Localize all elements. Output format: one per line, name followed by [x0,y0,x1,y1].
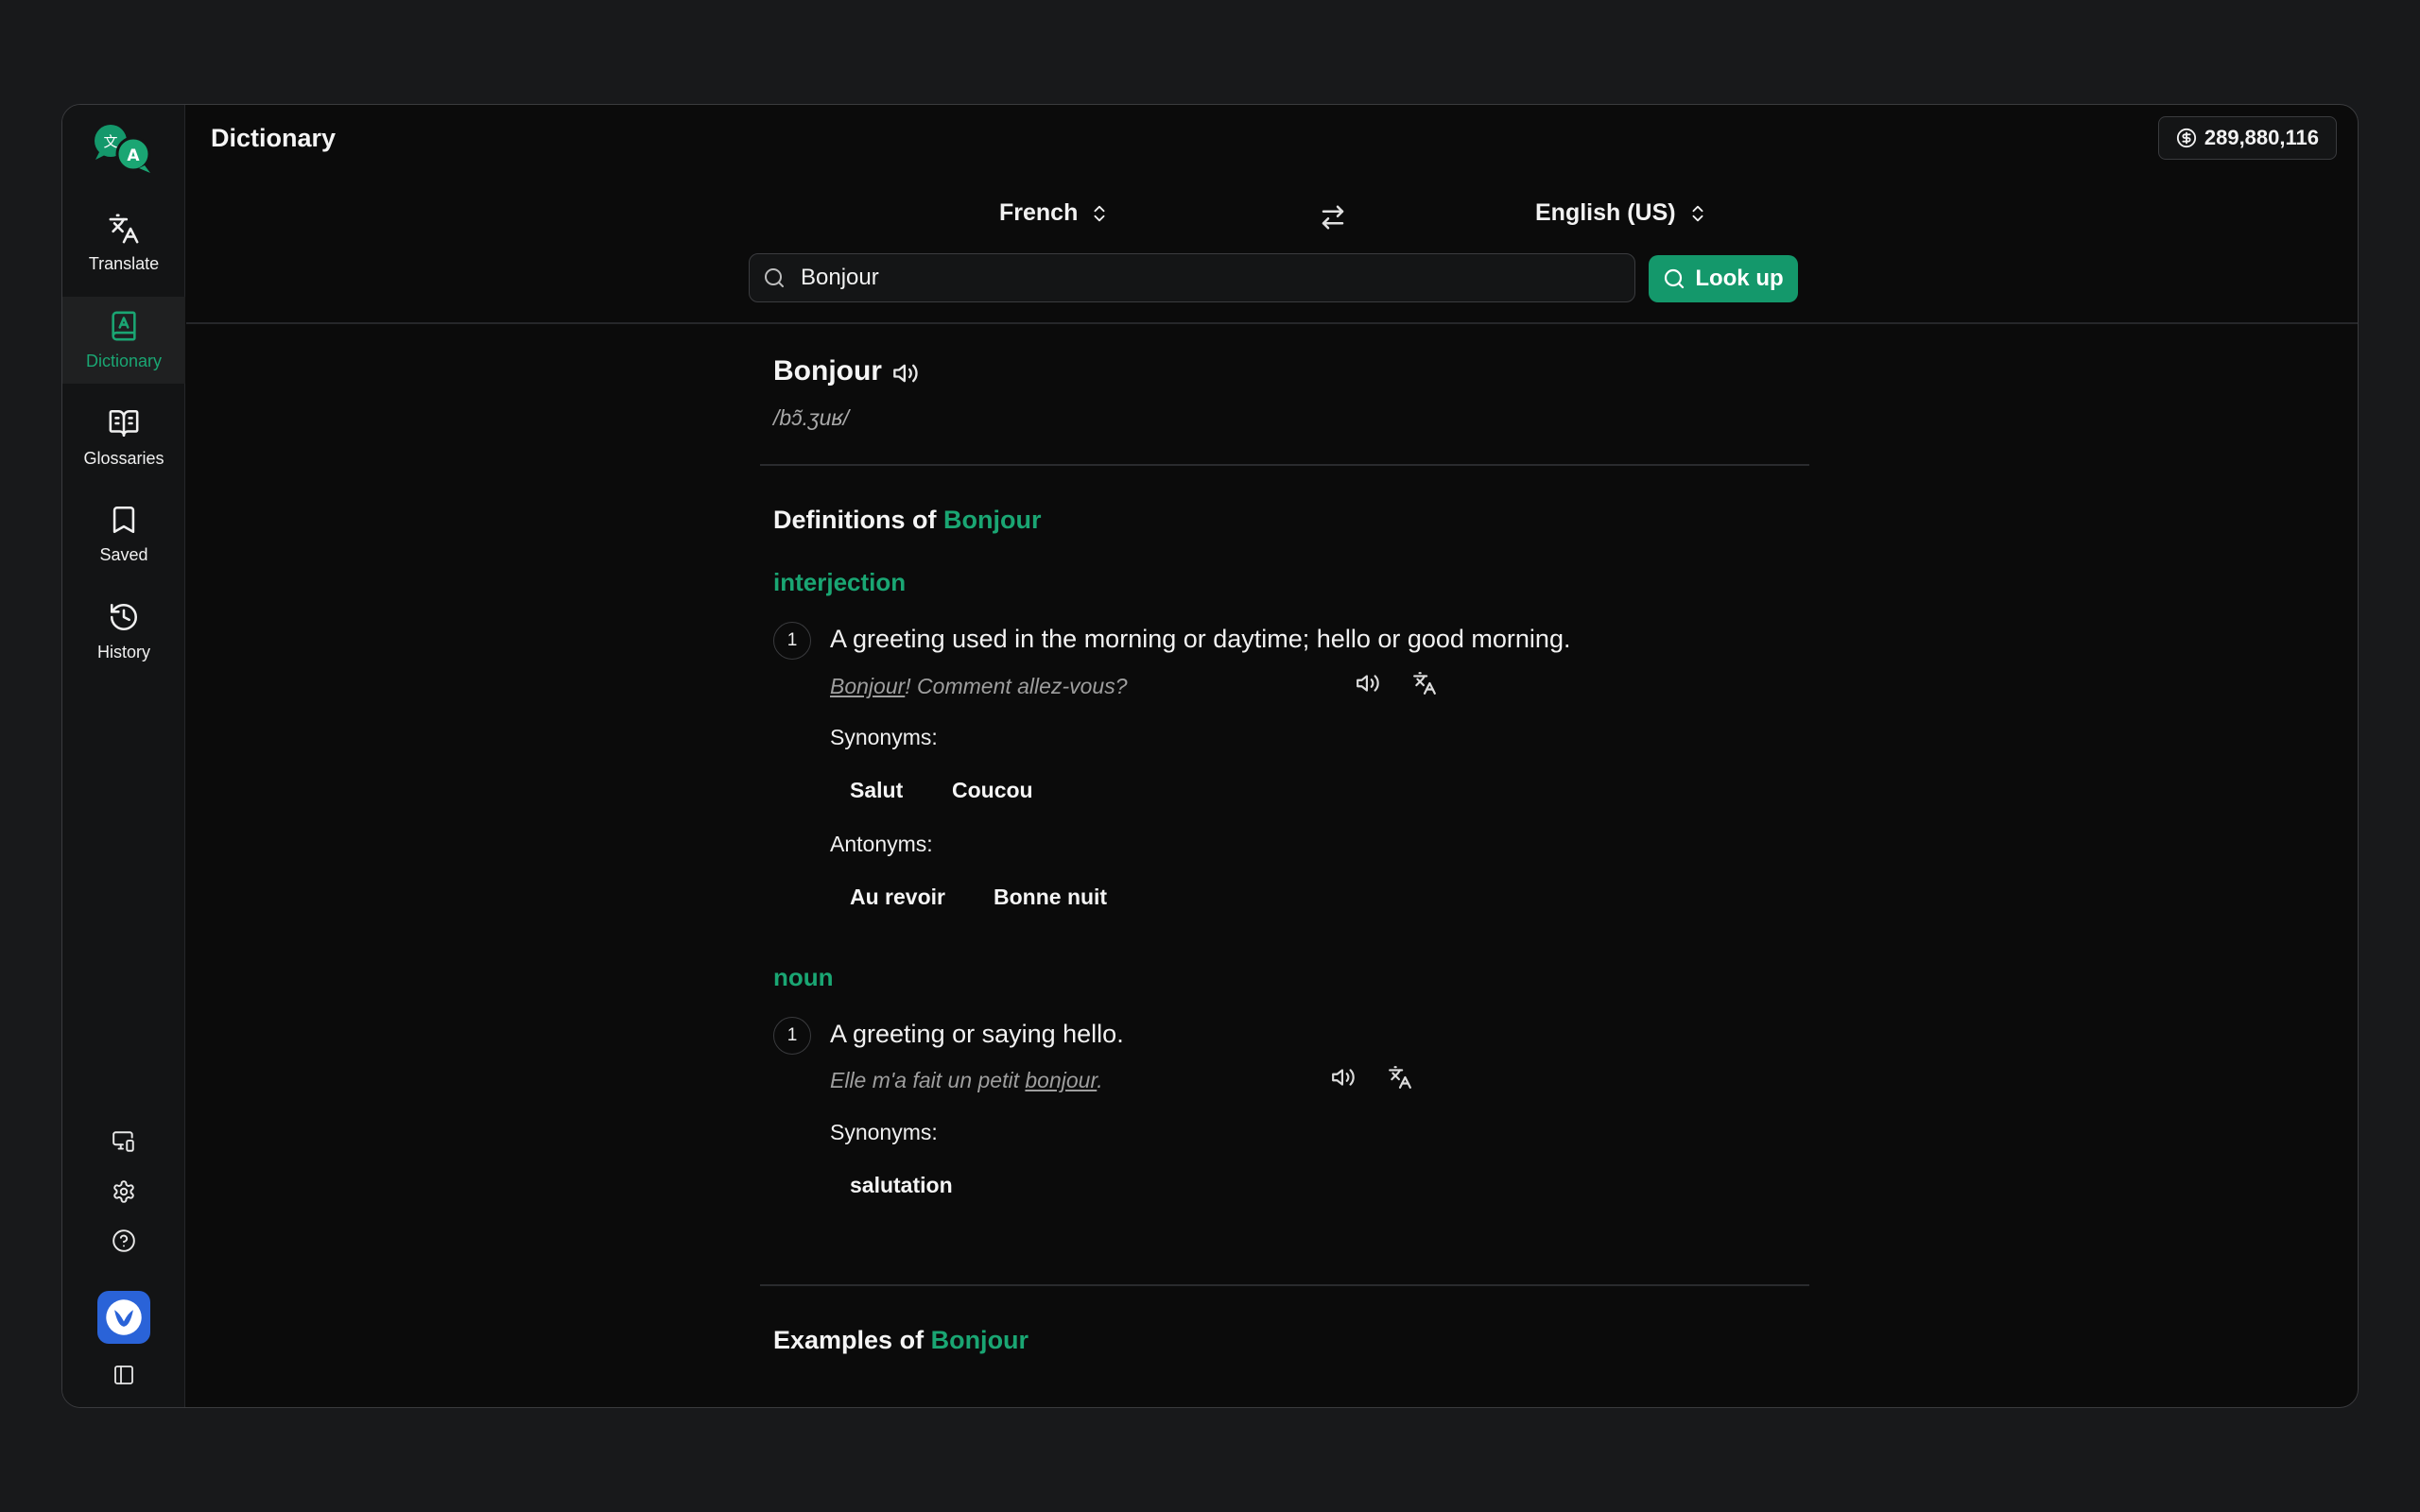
sidebar-item-saved[interactable]: Saved [62,490,185,577]
example-highlight: bonjour [1025,1068,1098,1092]
sidebar-item-label: Saved [99,544,148,564]
speaker-icon[interactable] [1331,1065,1359,1093]
sidebar-item-history[interactable]: History [62,588,185,675]
example-highlight: Bonjour [830,674,906,698]
sidebar-item-translate[interactable]: Translate [62,199,185,286]
look-up-button[interactable]: Look up [1649,255,1798,302]
header-divider [186,322,2358,324]
svg-text:文: 文 [103,133,117,150]
chevrons-up-down-icon [1094,205,1105,221]
sidebar-toggle-icon[interactable] [108,1359,140,1391]
synonym-chip[interactable]: salutation [850,1173,953,1198]
avatar[interactable] [97,1291,150,1344]
divider [760,1284,1809,1286]
source-language-label: French [999,199,1079,226]
synonym-chip[interactable]: Salut [850,778,903,803]
look-up-label: Look up [1695,266,1784,291]
headword: Bonjour [773,355,882,387]
book-open-icon [109,409,139,437]
sidebar-item-label: History [96,642,150,662]
app-logo: 文 A [92,122,154,179]
examples-title: Examples of Bonjour [773,1326,1028,1355]
divider [760,464,1809,466]
examples-prefix: Examples of [773,1326,925,1354]
example-pre: Elle m'a fait un petit [830,1068,1026,1092]
sense-number: 1 [773,622,811,660]
main-panel: Dictionary 289,880,116 French English (U… [186,105,2358,1407]
bookmark-icon [112,506,135,533]
settings-icon[interactable] [108,1176,140,1208]
example-sentence: Elle m'a fait un petit bonjour. [830,1068,1103,1093]
definition-text: A greeting or saying hello. [830,1020,1124,1048]
source-language-select[interactable]: French [999,199,1110,227]
target-language-select[interactable]: English (US) [1535,199,1708,227]
definitions-prefix: Definitions of [773,506,937,534]
target-language-label: English (US) [1535,199,1676,226]
translate-icon [109,214,139,243]
sense-number: 1 [773,1017,811,1055]
search-icon [765,268,784,287]
synonyms-label: Synonyms: [830,1120,938,1144]
sidebar-item-glossaries[interactable]: Glossaries [62,394,185,481]
antonym-chip[interactable]: Bonne nuit [994,885,1107,910]
search-box [749,253,1635,302]
antonym-chip[interactable]: Au revoir [850,885,945,910]
history-icon [110,603,138,630]
part-of-speech: interjection [773,568,907,596]
translate-icon[interactable] [1388,1065,1416,1093]
sidebar: 文 A Translate Dictionary Glossaries Save… [62,105,185,1407]
chevrons-up-down-icon [1692,205,1703,221]
page-title: Dictionary [211,124,337,152]
dictionary-icon [112,311,136,340]
help-icon[interactable] [108,1225,140,1257]
definitions-word: Bonjour [943,506,1042,534]
coin-icon [2176,128,2196,148]
example-post: . [1097,1068,1103,1092]
sidebar-item-label: Glossaries [83,448,164,468]
part-of-speech: noun [773,963,834,991]
devices-icon[interactable] [108,1125,140,1158]
app-window: 文 A Translate Dictionary Glossaries Save… [61,104,2359,1408]
search-input[interactable] [801,265,1614,291]
sidebar-item-label: Dictionary [85,351,163,370]
translate-icon[interactable] [1412,671,1441,699]
example-post: ! Comment allez-vous? [905,674,1128,698]
sidebar-item-dictionary[interactable]: Dictionary [62,297,185,384]
sidebar-item-label: Translate [88,253,160,273]
antonyms-label: Antonyms: [830,832,933,856]
synonyms-label: Synonyms: [830,725,938,749]
definitions-title: Definitions of Bonjour [773,506,1041,535]
speaker-icon[interactable] [1356,671,1384,699]
search-icon [1665,268,1685,289]
example-sentence: Bonjour! Comment allez-vous? [830,674,1127,699]
phonetic: /bɔ̃.ʒuʁ/ [773,405,850,430]
examples-word: Bonjour [930,1326,1029,1354]
synonym-chip[interactable]: Coucou [952,778,1033,803]
credits-badge[interactable]: 289,880,116 [2157,116,2337,160]
definition-text: A greeting used in the morning or daytim… [830,625,1571,653]
credits-value: 289,880,116 [2204,126,2319,149]
speaker-icon[interactable] [892,360,921,387]
swap-languages-icon[interactable] [1319,203,1347,232]
svg-text:A: A [127,146,140,165]
